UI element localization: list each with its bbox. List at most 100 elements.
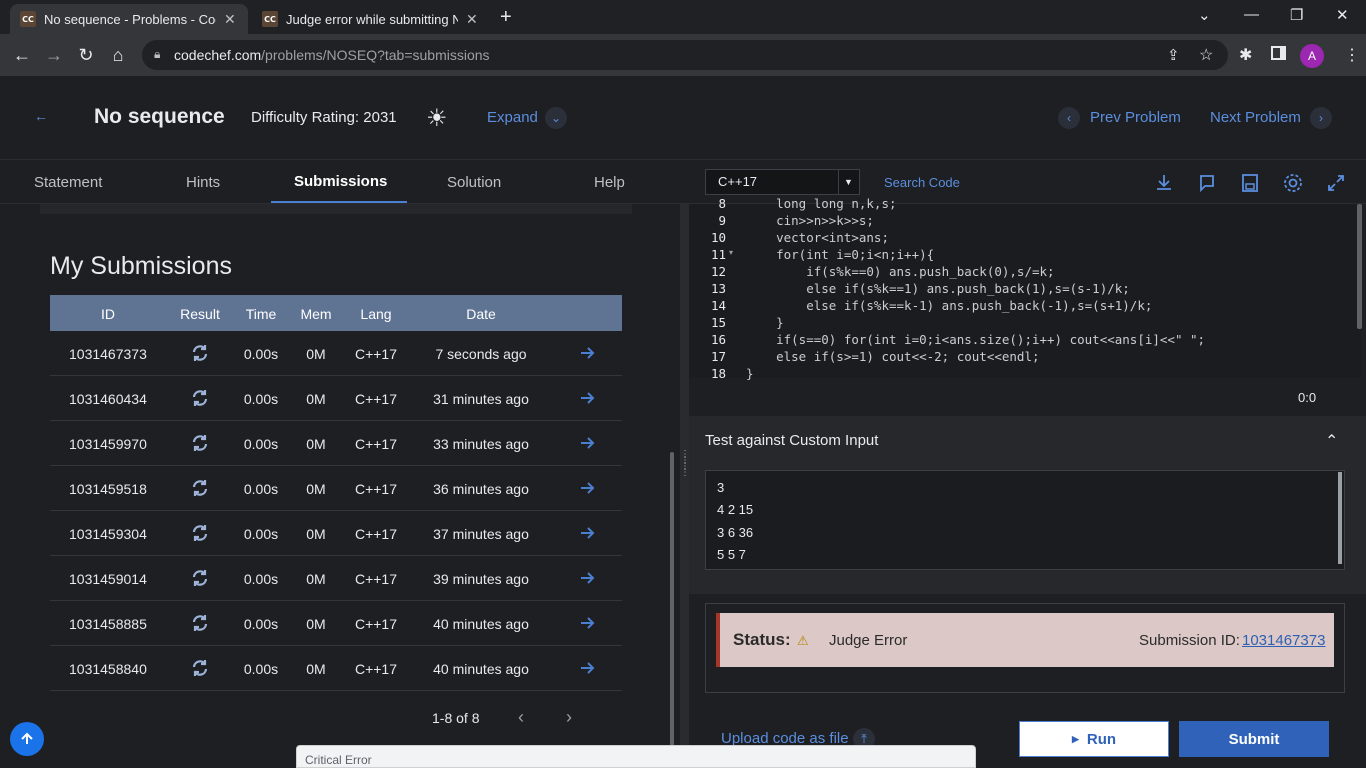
next-problem-button[interactable]: Next Problem — [1210, 109, 1301, 126]
next-page-icon[interactable]: › — [566, 707, 572, 728]
new-tab-icon[interactable]: + — [500, 6, 512, 29]
share-icon[interactable]: ⇪ — [1167, 46, 1180, 64]
view-submission-arrow-icon[interactable] — [579, 390, 595, 406]
view-submission-arrow-icon[interactable] — [579, 660, 595, 676]
line-number: 17 — [710, 349, 726, 364]
codechef-favicon: CC — [262, 11, 278, 27]
expand-button[interactable]: Expand — [487, 109, 538, 126]
bookmark-star-icon[interactable]: ☆ — [1199, 45, 1213, 65]
code-line[interactable]: long long n,k,s; — [746, 196, 896, 211]
code-line[interactable]: vector<int>ans; — [746, 230, 889, 245]
tab-search-icon[interactable]: ⌄ — [1198, 6, 1211, 24]
theme-toggle-icon[interactable]: ☀ — [426, 104, 448, 133]
run-button[interactable]: ▶ Run — [1019, 721, 1169, 757]
chevron-right-icon[interactable]: › — [1310, 107, 1332, 129]
save-icon[interactable] — [1239, 172, 1261, 194]
view-submission-arrow-icon[interactable] — [579, 480, 595, 496]
view-submission-arrow-icon[interactable] — [579, 435, 595, 451]
scrollbar[interactable] — [670, 452, 674, 748]
tab-submissions[interactable]: Submissions — [294, 173, 387, 190]
submission-id-link[interactable]: 1031467373 — [1242, 632, 1325, 649]
line-number: 15 — [710, 315, 726, 330]
submission-language: C++17 — [354, 571, 398, 587]
close-tab-icon[interactable]: ✕ — [224, 11, 236, 28]
custom-input-line: 4 2 15 — [717, 502, 754, 517]
submission-id: 1031467373 — [69, 346, 147, 362]
profile-avatar[interactable]: A — [1300, 44, 1324, 68]
view-submission-arrow-icon[interactable] — [579, 525, 595, 541]
prev-page-icon[interactable]: ‹ — [518, 707, 524, 728]
difficulty-rating: Difficulty Rating: 2031 — [251, 109, 397, 126]
submit-button[interactable]: Submit — [1179, 721, 1329, 757]
minimize-icon[interactable]: — — [1244, 6, 1259, 23]
chevron-up-icon[interactable]: ⌃ — [1325, 431, 1338, 451]
fold-icon[interactable]: ▾ — [729, 248, 733, 257]
side-panel-icon[interactable] — [1271, 46, 1286, 60]
home-icon[interactable]: ⌂ — [106, 43, 130, 67]
code-line[interactable]: cin>>n>>k>>s; — [746, 213, 874, 228]
code-line[interactable]: if(s==0) for(int i=0;i<ans.size();i++) c… — [746, 332, 1205, 347]
pane-splitter[interactable] — [680, 204, 689, 768]
prev-problem-button[interactable]: Prev Problem — [1090, 109, 1181, 126]
browser-tab[interactable]: CC Judge error while submitting NC ✕ — [252, 4, 490, 34]
close-tab-icon[interactable]: ✕ — [466, 11, 478, 28]
submission-time: 0.00s — [243, 571, 279, 587]
code-line[interactable]: if(s%k==0) ans.push_back(0),s/=k; — [746, 264, 1054, 279]
back-arrow-icon[interactable]: ← — [34, 108, 52, 126]
custom-input-title[interactable]: Test against Custom Input — [705, 432, 878, 449]
codechef-favicon: CC — [20, 11, 36, 27]
code-line[interactable]: else if(s%k==k-1) ans.push_back(-1),s=(s… — [746, 298, 1152, 313]
active-tab-indicator — [271, 201, 407, 203]
custom-input-field[interactable] — [705, 470, 1345, 570]
tab-statement[interactable]: Statement — [34, 174, 102, 191]
search-code-link[interactable]: Search Code — [884, 175, 960, 190]
chevron-left-icon[interactable]: ‹ — [1058, 107, 1080, 129]
tab-hints[interactable]: Hints — [186, 174, 220, 191]
tab-solution[interactable]: Solution — [447, 174, 501, 191]
line-number: 9 — [718, 213, 726, 228]
code-line[interactable]: } — [746, 315, 784, 330]
forward-icon[interactable]: → — [42, 43, 66, 67]
code-line[interactable]: else if(s>=1) cout<<-2; cout<<endl; — [746, 349, 1039, 364]
code-line[interactable]: for(int i=0;i<n;i++){ — [746, 247, 934, 262]
submission-time: 0.00s — [243, 526, 279, 542]
code-line[interactable]: else if(s%k==1) ans.push_back(1),s=(s-1)… — [746, 281, 1130, 296]
submission-memory: 0M — [306, 391, 326, 407]
view-submission-arrow-icon[interactable] — [579, 615, 595, 631]
browser-menu-icon[interactable]: ⋮ — [1344, 45, 1360, 65]
submission-date: 37 minutes ago — [433, 526, 529, 542]
chevron-down-icon[interactable]: ⌄ — [545, 107, 567, 129]
line-number: 18 — [710, 366, 726, 381]
play-icon: ▶ — [1071, 733, 1079, 744]
submission-date: 36 minutes ago — [433, 481, 529, 497]
close-window-icon[interactable]: ✕ — [1336, 6, 1349, 24]
caret-down-icon[interactable]: ▼ — [838, 170, 858, 194]
view-submission-arrow-icon[interactable] — [579, 345, 595, 361]
back-icon[interactable]: ← — [10, 43, 34, 67]
download-icon[interactable] — [1153, 172, 1175, 194]
custom-input-line: 5 5 7 — [717, 547, 746, 562]
input-scrollbar[interactable] — [1338, 472, 1342, 564]
fullscreen-icon[interactable] — [1325, 172, 1347, 194]
drag-handle-icon[interactable]: ⋮ ⋮ ⋮ ⋮ — [680, 450, 690, 482]
lock-icon[interactable]: 🔒︎ — [154, 47, 160, 62]
error-toast — [296, 745, 976, 768]
submission-id: 1031459970 — [69, 436, 147, 452]
line-number: 11 — [710, 247, 726, 262]
code-line[interactable]: } — [746, 366, 754, 381]
browser-tab-active[interactable]: CC No sequence - Problems - Code ✕ — [10, 4, 248, 34]
url-text[interactable]: codechef.com/problems/NOSEQ?tab=submissi… — [174, 47, 490, 63]
reload-icon[interactable]: ↻ — [74, 43, 98, 67]
submission-memory: 0M — [306, 526, 326, 542]
submission-id: 1031459304 — [69, 526, 147, 542]
extensions-icon[interactable]: ✱ — [1239, 45, 1252, 65]
scroll-to-top-button[interactable] — [10, 722, 44, 756]
view-submission-arrow-icon[interactable] — [579, 570, 595, 586]
settings-gear-icon[interactable] — [1282, 172, 1304, 194]
restore-icon[interactable]: ❐ — [1290, 6, 1303, 24]
tab-help[interactable]: Help — [594, 174, 625, 191]
editor-scrollbar[interactable] — [1357, 204, 1362, 329]
language-value[interactable]: C++17 — [718, 174, 757, 189]
comment-icon[interactable] — [1196, 172, 1218, 194]
run-label: Run — [1086, 730, 1117, 748]
